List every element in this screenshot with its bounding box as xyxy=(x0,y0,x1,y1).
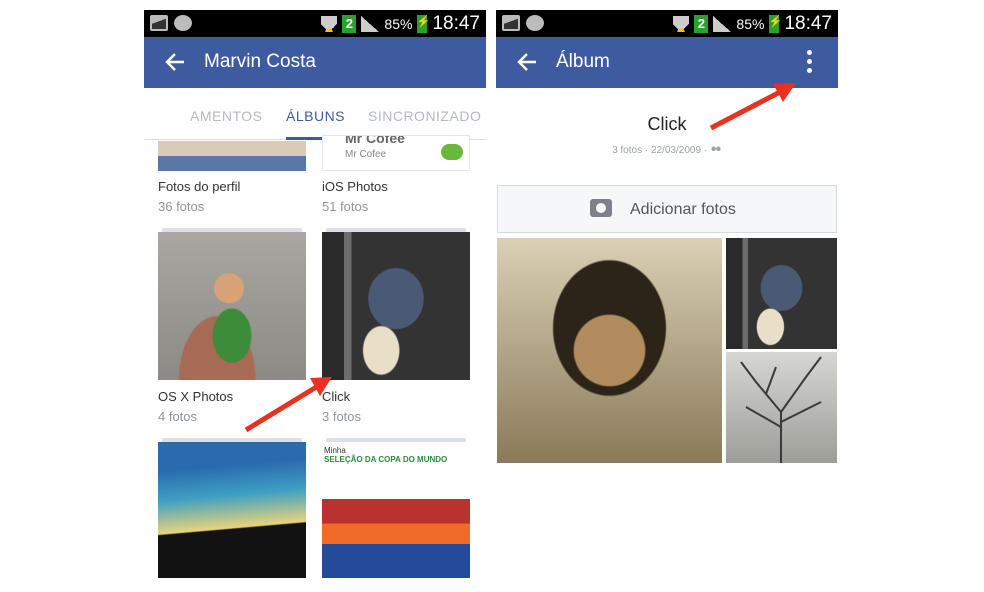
battery-percent: 85% xyxy=(736,16,765,32)
page-title: Marvin Costa xyxy=(204,51,316,72)
preview-title: Mr Cofee xyxy=(345,135,405,146)
tab-synced[interactable]: SINCRONIZADO xyxy=(368,108,481,124)
clock: 18:47 xyxy=(784,13,832,34)
annotation-arrow-left xyxy=(244,377,332,433)
notification-badge: 2 xyxy=(694,15,709,33)
photo-guitar[interactable] xyxy=(726,238,837,349)
album-meta-text: 3 fotos · 22/03/2009 · xyxy=(612,145,708,156)
clock: 18:47 xyxy=(432,13,480,34)
gallery-icon xyxy=(502,15,520,31)
album-count: 4 fotos xyxy=(158,409,198,424)
album-name[interactable]: Fotos do perfil xyxy=(158,179,240,194)
signal-icon xyxy=(713,16,732,32)
add-photos-button[interactable]: Adicionar fotos xyxy=(497,185,837,233)
album-thumbnail-worldcup[interactable]: Minha SELEÇÃO DA COPA DO MUNDO xyxy=(322,442,470,578)
notification-badge: 2 xyxy=(342,15,357,33)
album-count: 36 fotos xyxy=(158,199,205,214)
add-photos-label: Adicionar fotos xyxy=(630,201,736,218)
album-meta: 3 fotos · 22/03/2009 · xyxy=(496,145,838,156)
album-thumbnail-ios[interactable]: Mr Cofee Mr Cofee xyxy=(322,135,470,171)
app-bar: Marvin Costa xyxy=(144,37,486,88)
album-name[interactable]: iOS Photos xyxy=(322,179,388,194)
signal-icon xyxy=(361,16,380,32)
phone-screen-left: 2 85% 18:47 Marvin Costa AMENTOS ÁLBUNS … xyxy=(144,10,486,582)
tab-albums[interactable]: ÁLBUNS xyxy=(286,108,345,124)
preview-title: Minha SELEÇÃO DA COPA DO MUNDO xyxy=(324,446,448,464)
status-bar: 2 85% 18:47 xyxy=(144,10,486,37)
photo-portrait[interactable] xyxy=(497,238,722,463)
album-name[interactable]: OS X Photos xyxy=(158,389,233,404)
friends-privacy-icon xyxy=(709,146,722,155)
back-arrow-icon[interactable] xyxy=(164,51,186,73)
preview-subtitle: Mr Cofee xyxy=(345,149,387,160)
page-title: Álbum xyxy=(556,51,610,72)
album-thumbnail-osx[interactable] xyxy=(158,232,306,380)
more-options-icon[interactable] xyxy=(804,50,814,76)
annotation-arrow-right xyxy=(709,83,796,131)
tree-branches xyxy=(740,356,822,463)
album-thumbnail-click[interactable] xyxy=(322,232,470,380)
status-bar: 2 85% 18:47 xyxy=(496,10,838,37)
tab-moments[interactable]: AMENTOS xyxy=(190,108,262,124)
album-count: 51 fotos xyxy=(322,199,369,214)
camera-icon xyxy=(590,199,612,217)
navigation-icon xyxy=(174,15,192,31)
tab-bar: AMENTOS ÁLBUNS SINCRONIZADO xyxy=(144,88,486,140)
photo-tree[interactable] xyxy=(726,352,837,463)
battery-icon xyxy=(416,15,430,33)
battery-percent: 85% xyxy=(384,16,413,32)
navigation-icon xyxy=(526,15,544,31)
wifi-icon xyxy=(673,16,690,32)
toggle-icon xyxy=(441,144,463,160)
album-thumbnail-landscape[interactable] xyxy=(158,442,306,578)
wifi-icon xyxy=(321,16,338,32)
back-arrow-icon[interactable] xyxy=(516,51,538,73)
battery-icon xyxy=(768,15,782,33)
gallery-icon xyxy=(150,15,168,31)
album-thumbnail-profile[interactable] xyxy=(158,141,306,171)
